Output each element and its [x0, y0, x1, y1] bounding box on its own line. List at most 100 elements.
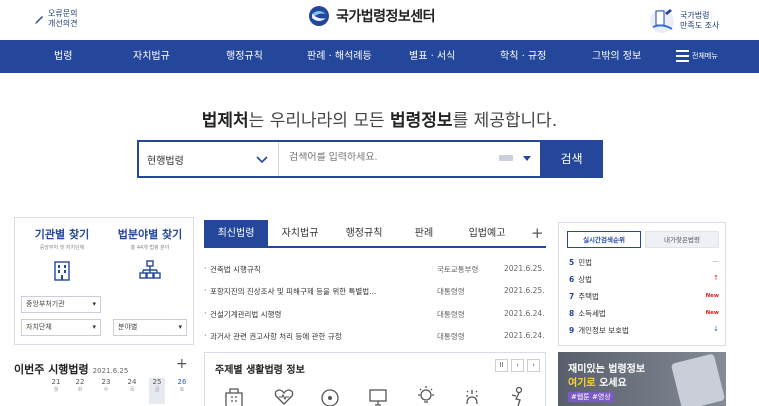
rank-law-name: 소득세법 [578, 309, 606, 318]
field-select[interactable]: 분야별 [113, 319, 187, 336]
banner-highlight: 여기로 [568, 378, 596, 389]
law-title: 건축법 시행규칙 [210, 265, 261, 274]
weekly-more-button[interactable]: + [176, 356, 188, 372]
law-row[interactable]: · 포항지진의 진상조사 및 피해구제 등을 위한 특별법... 대통령령 2021.… [204, 278, 546, 302]
day-21[interactable]: 21 월 [48, 378, 64, 404]
day-26[interactable]: 26 토 [174, 378, 190, 404]
tab-my-searched-laws[interactable]: 내가찾은법령 [645, 231, 719, 248]
law-date: 2021.6.25. [504, 286, 545, 295]
tab-admin-rules[interactable]: 행정규칙 [332, 220, 396, 248]
all-menu-label[interactable]: 전체메뉴 [692, 40, 718, 73]
day-number: 21 [51, 378, 61, 386]
find-law-panel: 기관별 찾기 중앙부처 및 자치단체 법분야별 찾기 총 44개 법령 분야 중… [14, 217, 194, 345]
rank-up-icon: ↑ [713, 274, 719, 282]
find-by-field[interactable]: 법분야별 찾기 총 44개 법령 분야 [105, 226, 195, 281]
weekly-title: 이번주 시행법령 [14, 363, 89, 376]
life-law-title: 주제별 생활법령 정보 [215, 365, 305, 376]
rank-law-name: 민법 [578, 258, 593, 267]
nav-item-forms[interactable]: 별표 · 서식 [409, 40, 455, 73]
org-chart-icon [139, 260, 161, 279]
day-22[interactable]: 22 화 [72, 378, 88, 404]
next-button[interactable]: › [527, 359, 540, 372]
tab-realtime-ranking[interactable]: 실시간검색순위 [567, 231, 641, 248]
hero-mid: 는 우리나라의 모든 [248, 111, 391, 131]
sparkle-icon[interactable] [461, 385, 483, 406]
law-row[interactable]: · 건설기계관리법 시행령 대통령령 2021.6.24. [204, 301, 546, 325]
law-row[interactable]: · 건축법 시행규칙 국토교통부령 2021.6.25. [204, 256, 546, 280]
prev-button[interactable]: ‹ [511, 359, 524, 372]
ranking-item[interactable]: 7 주택법 New [569, 291, 719, 305]
law-date: 2021.6.25. [504, 264, 545, 273]
search-input[interactable] [289, 152, 489, 163]
nav-item-school-rules[interactable]: 학칙 · 규정 [500, 40, 546, 73]
ranking-item[interactable]: 8 소득세법 New [569, 308, 719, 322]
hero-org: 법제처 [201, 111, 249, 131]
rank-new-badge: New [705, 293, 719, 299]
ranking-item[interactable]: 5 민법 — [569, 257, 719, 271]
nav-item-precedent[interactable]: 판례 · 해석례등 [307, 40, 372, 73]
day-weekday: 수 [103, 387, 109, 393]
day-number: 22 [75, 378, 85, 386]
latest-laws-more-button[interactable]: + [531, 224, 544, 242]
find-by-org[interactable]: 기관별 찾기 중앙부처 및 자치단체 [17, 226, 107, 281]
search-button[interactable]: 검색 [540, 140, 603, 178]
monitor-icon[interactable] [367, 385, 389, 406]
tab-precedents[interactable]: 판례 [396, 220, 452, 248]
webtoon-promo-banner[interactable]: 재미있는 법령정보 여기로 오세요 #웹툰 #영상 [558, 352, 726, 406]
building-icon[interactable] [223, 385, 245, 406]
search-scope-select[interactable]: 현행법령 [139, 142, 279, 176]
survey-icon [650, 9, 674, 33]
satisfaction-survey-link[interactable]: 국가법령 만족도 조사 [648, 5, 738, 37]
law-title: 포항지진의 진상조사 및 피해구제 등을 위한 특별법... [210, 287, 377, 296]
day-24[interactable]: 24 목 [124, 378, 140, 404]
day-weekday: 화 [77, 387, 83, 393]
law-row[interactable]: · 과거사 관련 권고사항 처리 등에 관한 규정 대통령령 2021.6.24. [204, 323, 546, 347]
ranking-item[interactable]: 6 상법 ↑ [569, 274, 719, 288]
tablet-illustration [670, 353, 726, 406]
day-23[interactable]: 23 수 [98, 378, 114, 404]
rank-law-name: 상법 [578, 275, 593, 284]
life-law-panel: 주제별 생활법령 정보 II ‹ › [204, 352, 546, 406]
rank-down-icon: ↓ [713, 325, 719, 333]
day-weekday: 월 [53, 387, 59, 393]
find-by-field-sub: 총 44개 법령 분야 [130, 245, 170, 251]
day-number: 23 [101, 378, 111, 386]
hero-tagline: 법제처는 우리나라의 모든 법령정보를 제공합니다. [0, 106, 759, 131]
banner-tags: #웹툰 #영상 [568, 392, 614, 402]
search-option-dropdown-icon[interactable] [523, 156, 531, 161]
nav-item-local-law[interactable]: 자치법규 [133, 40, 170, 73]
feedback-line-2: 개선의견 [48, 19, 78, 28]
law-title: 과거사 관련 권고사항 처리 등에 관한 규정 [210, 332, 342, 341]
site-logo[interactable]: 국가법령정보센터 [308, 5, 436, 27]
weekly-laws-header: 이번주 시행법령 2021.6.25 + [14, 356, 194, 377]
law-date: 2021.6.24. [504, 331, 545, 340]
heart-icon[interactable] [273, 385, 295, 406]
rank-number: 5 [569, 258, 575, 267]
tab-local-laws[interactable]: 자치법규 [268, 220, 332, 248]
tab-legislative-notice[interactable]: 입법예고 [452, 220, 522, 248]
local-gov-select[interactable]: 자치단체 [21, 319, 101, 336]
nav-item-law[interactable]: 법령 [54, 40, 72, 73]
law-date: 2021.6.24. [504, 309, 545, 318]
rank-law-name: 개인정보 보호법 [578, 326, 629, 335]
shield-icon[interactable] [319, 385, 341, 406]
day-weekday: 금 [154, 387, 160, 393]
nav-item-other-info[interactable]: 그밖의 정보 [592, 40, 641, 73]
feedback-line-1: 오류문의 [48, 9, 78, 18]
pause-button[interactable]: II [495, 359, 508, 372]
survey-line-2: 만족도 조사 [680, 21, 720, 30]
central-agency-select[interactable]: 중앙부처기관 [21, 296, 101, 313]
weekly-date: 2021.6.25 [92, 367, 129, 375]
banner-line-2: 여기로 오세요 [568, 374, 627, 389]
keyboard-icon[interactable] [499, 155, 513, 161]
ranking-item[interactable]: 9 개인정보 보호법 ↓ [569, 325, 719, 339]
feedback-link[interactable]: 오류문의 개선의견 [35, 9, 78, 29]
hero-bold: 법령정보 [390, 111, 453, 131]
hamburger-menu-icon[interactable] [676, 50, 689, 62]
nav-item-admin-rule[interactable]: 행정규칙 [226, 40, 263, 73]
tab-latest-laws[interactable]: 최신법령 [204, 220, 268, 248]
day-25-selected[interactable]: 25 금 [149, 378, 165, 404]
bulb-icon[interactable] [415, 385, 437, 406]
day-number: 25 [152, 378, 162, 386]
person-icon[interactable] [507, 385, 529, 406]
